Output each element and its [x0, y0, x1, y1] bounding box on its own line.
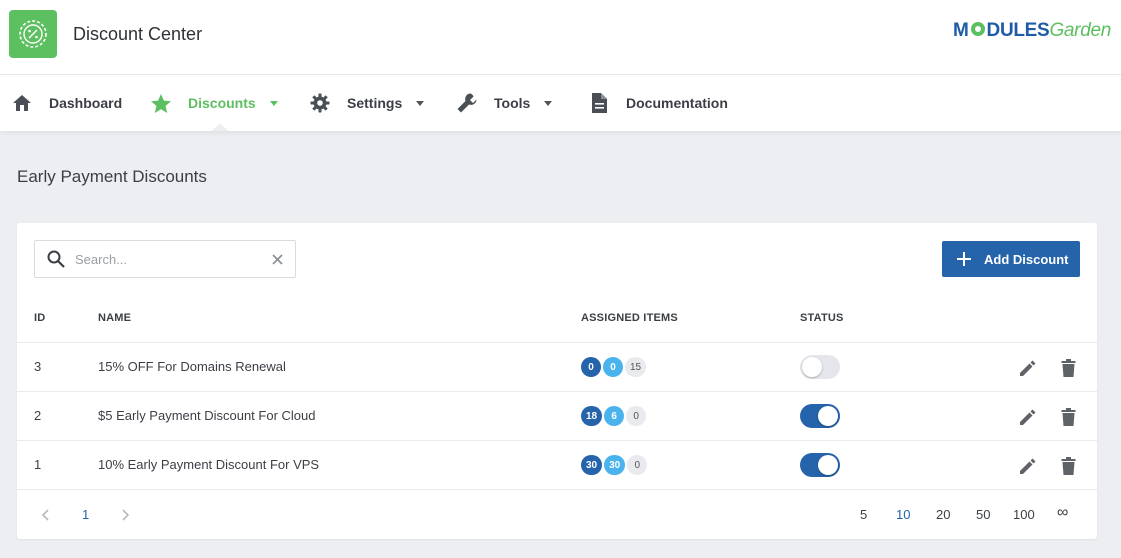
chevron-down-icon [544, 100, 553, 106]
toggle-knob [818, 455, 838, 475]
clear-search-icon[interactable] [269, 251, 285, 267]
row-id: 2 [34, 408, 42, 423]
table-row[interactable]: 1 10% Early Payment Discount For VPS 30 … [17, 440, 1097, 489]
column-header-assigned-items[interactable]: ASSIGNED ITEMS [581, 312, 678, 324]
row-id: 3 [34, 359, 42, 374]
assigned-count-badge: 0 [627, 455, 648, 475]
search-icon [46, 249, 66, 269]
toggle-knob [818, 406, 838, 426]
pagination-bar: 1 5 10 20 50 100 ∞ [17, 489, 1097, 539]
gear-icon [309, 92, 331, 114]
gear-logo-icon [970, 22, 985, 36]
nav-item-dashboard[interactable]: Dashboard [11, 75, 122, 131]
trash-icon[interactable] [1057, 357, 1079, 379]
toggle-knob [802, 357, 822, 377]
nav-label: Settings [347, 95, 403, 111]
edit-icon[interactable] [1017, 357, 1039, 379]
nav-item-tools[interactable]: Tools [456, 75, 553, 131]
page-title: Early Payment Discounts [17, 167, 207, 186]
wrench-icon [456, 92, 478, 114]
nav-item-documentation[interactable]: Documentation [588, 75, 728, 131]
assigned-items-badges: 18 6 0 [581, 406, 648, 426]
add-discount-button[interactable]: Add Discount [942, 241, 1080, 277]
assigned-count-badge: 15 [625, 357, 647, 377]
page-size-option[interactable]: 10 [896, 507, 910, 522]
active-nav-pointer [212, 123, 228, 131]
next-page-icon[interactable] [119, 508, 133, 522]
status-toggle[interactable] [800, 453, 840, 477]
assigned-count-badge: 0 [626, 406, 647, 426]
status-toggle[interactable] [800, 404, 840, 428]
assigned-count-badge: 6 [604, 406, 625, 426]
assigned-count-badge: 30 [604, 455, 626, 475]
search-input[interactable] [75, 251, 265, 267]
nav-label: Tools [494, 95, 531, 111]
assigned-items-badges: 30 30 0 [581, 455, 649, 475]
discount-badge-icon [9, 10, 57, 58]
app-title: Discount Center [73, 24, 203, 44]
trash-icon[interactable] [1057, 455, 1079, 477]
assigned-count-badge: 30 [581, 455, 603, 475]
previous-page-icon[interactable] [38, 508, 52, 522]
edit-icon[interactable] [1017, 406, 1039, 428]
assigned-count-badge: 18 [581, 406, 603, 426]
search-box [34, 240, 296, 278]
table-row[interactable]: 2 $5 Early Payment Discount For Cloud 18… [17, 391, 1097, 440]
edit-icon[interactable] [1017, 455, 1039, 477]
row-name: 15% OFF For Domains Renewal [98, 359, 286, 374]
trash-icon[interactable] [1057, 406, 1079, 428]
main-nav: Dashboard Discounts Settings Tools Docum… [0, 75, 1121, 131]
home-icon [11, 92, 33, 114]
chevron-down-icon [269, 100, 278, 106]
page-size-option[interactable]: 50 [976, 507, 990, 522]
page-size-option[interactable]: ∞ [1057, 504, 1068, 522]
page-size-option[interactable]: 100 [1013, 507, 1035, 522]
top-bar: Discount Center M DULESGarden [0, 0, 1121, 75]
column-header-status[interactable]: STATUS [800, 312, 844, 324]
row-id: 1 [34, 457, 42, 472]
nav-label: Dashboard [49, 95, 123, 111]
page-number[interactable]: 1 [82, 507, 89, 522]
table-row[interactable]: 3 15% OFF For Domains Renewal 0 0 15 [17, 342, 1097, 391]
page-size-option[interactable]: 5 [860, 507, 867, 522]
nav-item-settings[interactable]: Settings [309, 75, 425, 131]
nav-label: Documentation [626, 95, 728, 111]
brand-logo: M DULESGarden [953, 20, 1112, 41]
row-name: 10% Early Payment Discount For VPS [98, 457, 320, 472]
column-header-name[interactable]: NAME [98, 312, 131, 324]
page-size-option[interactable]: 20 [936, 507, 950, 522]
status-toggle[interactable] [800, 355, 840, 379]
assigned-count-badge: 0 [603, 357, 623, 377]
plus-icon [956, 251, 972, 267]
row-name: $5 Early Payment Discount For Cloud [98, 408, 316, 423]
star-icon [150, 92, 172, 114]
add-discount-label: Add Discount [984, 251, 1069, 267]
nav-label: Discounts [188, 95, 256, 111]
document-icon [588, 92, 610, 114]
discounts-table-card: Add Discount ID NAME ASSIGNED ITEMS STAT… [17, 223, 1097, 539]
column-header-id[interactable]: ID [34, 312, 45, 324]
assigned-items-badges: 0 0 15 [581, 357, 648, 377]
assigned-count-badge: 0 [581, 357, 601, 377]
chevron-down-icon [416, 100, 425, 106]
